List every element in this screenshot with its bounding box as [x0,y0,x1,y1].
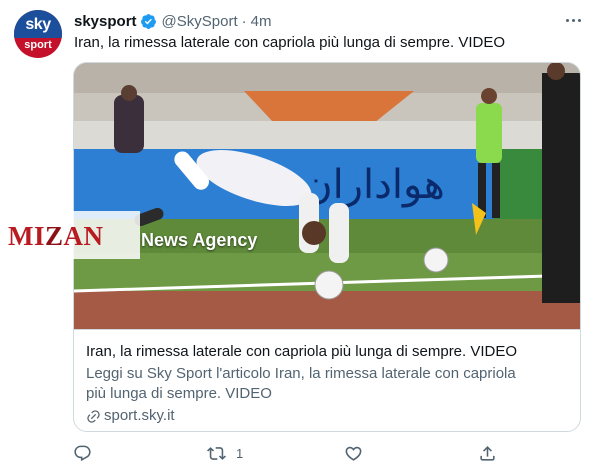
card-description: Leggi su Sky Sport l'articolo Iran, la r… [86,365,516,402]
card-title: Iran, la rimessa laterale con capriola p… [86,343,518,360]
card-image[interactable]: هواداران [74,63,580,329]
retweet-count: 1 [236,445,244,461]
avatar[interactable]: sky sport [14,10,62,58]
watermark-logo: MIZAN [8,221,104,252]
watermark: MIZAN News Agency [0,211,372,259]
share-icon [480,445,495,461]
more-options-button[interactable] [562,10,584,30]
avatar-brand-sport: sport [24,39,52,51]
heart-icon [345,446,362,461]
tweet-text: Iran, la rimessa laterale con capriola p… [74,34,506,51]
tweet[interactable]: sky sport skysport @SkySport · 4m Iran, … [0,0,598,472]
card-body[interactable]: Iran, la rimessa laterale con capriola p… [74,329,580,431]
banner-text: هواداران [303,162,445,208]
like-button[interactable] [344,440,373,466]
share-button[interactable] [478,440,507,466]
tweet-timestamp[interactable]: 4m [251,13,272,30]
header-separator: · [241,12,247,30]
retweet-button[interactable]: 1 [207,440,243,466]
card-domain: sport.sky.it [86,406,568,426]
more-dot-icon [565,18,569,22]
watermark-logo-part: MI [8,221,45,251]
action-bar: 1 [73,440,581,466]
card-photo: هواداران [74,63,580,329]
card-domain-text[interactable]: sport.sky.it [104,406,175,426]
more-dot-icon [577,18,581,22]
watermark-logo-z: Z [45,221,64,251]
watermark-logo-part: AN [63,221,104,251]
author-handle[interactable]: @SkySport [162,13,238,30]
tweet-header: skysport @SkySport · 4m [74,12,271,30]
author-name[interactable]: skysport [74,13,137,30]
reply-button[interactable] [73,440,102,466]
watermark-label: News Agency [141,230,258,250]
more-dot-icon [571,18,575,22]
link-icon [87,409,100,423]
retweet-icon [207,446,226,460]
verified-badge-icon [140,13,156,29]
reply-icon [74,445,91,461]
avatar-brand-sky: sky [25,16,51,33]
